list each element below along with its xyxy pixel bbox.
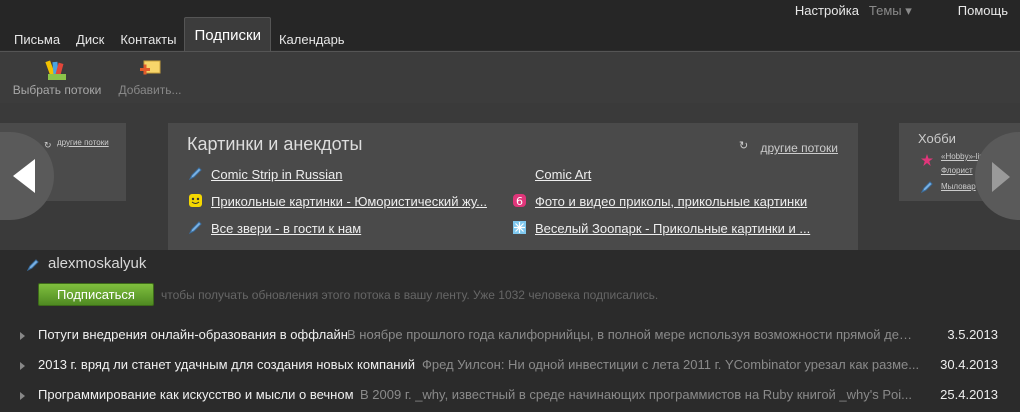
add-button[interactable]: Добавить... [116,59,184,97]
pencil-icon [921,181,933,193]
stream-card-main: Картинки и анекдоты ↻ другие потоки Comi… [168,123,858,251]
post-title[interactable]: Программирование как искусство и мысли о… [38,387,354,402]
stream-card-title: Хобби [918,131,956,146]
feed-link[interactable]: Все звери - в гости к нам [211,221,361,236]
pink-star-icon [921,154,933,166]
feed-link[interactable]: Comic Art [535,167,591,182]
prev-other-streams-link[interactable]: другие потоки [57,138,109,147]
header-links: Настройка Темы ▾ Помощь [795,3,1008,19]
stream-card-title: Картинки и анекдоты [187,134,363,154]
feed-info: alexmoskalyuk Подписаться чтобы получать… [0,250,1020,412]
settings-link[interactable]: Настройка [795,3,859,19]
choose-streams-label: Выбрать потоки [12,83,102,97]
post-row[interactable]: Программирование как искусство и мысли о… [0,387,1020,407]
pencil-icon [26,259,39,272]
tab-disk[interactable]: Диск [68,17,112,51]
expand-arrow-icon[interactable] [20,362,25,370]
tab-calendar[interactable]: Календарь [271,17,353,51]
palette-icon [45,60,66,80]
top-bar: Настройка Темы ▾ Помощь Письма Диск Конт… [0,0,1020,51]
feed-link[interactable]: Прикольные картинки - Юмористический жу.… [211,194,487,209]
post-excerpt: Фред Уилсон: Ни одной инвестиции с лета … [422,357,920,372]
tab-contacts[interactable]: Контакты [112,17,184,51]
post-date: 3.5.2013 [947,327,998,342]
chevron-left-icon [13,159,35,193]
refresh-icon: ↻ [739,140,749,152]
post-row[interactable]: Потуги внедрения онлайн-образования в оф… [0,327,1020,347]
tab-subscriptions[interactable]: Подписки [184,17,271,51]
post-title[interactable]: Потуги внедрения онлайн-образования в оф… [38,327,348,342]
add-note-icon [140,60,161,75]
pink-six-icon: 6 [513,194,526,208]
help-link[interactable]: Помощь [958,3,1008,19]
subscribe-note: чтобы получать обновления этого потока в… [161,288,659,302]
pencil-icon [188,221,202,235]
post-date: 25.4.2013 [940,387,998,402]
expand-arrow-icon[interactable] [20,332,25,340]
snowflake-icon [513,221,526,234]
stream-item[interactable]: Флорист [941,166,973,175]
smiley-icon [189,194,202,207]
tab-mail[interactable]: Письма [6,17,68,51]
chevron-right-icon [992,162,1010,192]
pencil-icon [188,167,202,181]
expand-arrow-icon[interactable] [20,392,25,400]
other-streams-link[interactable]: другие потоки [760,141,838,155]
feed-link[interactable]: Фото и видео приколы, прикольные картинк… [535,194,807,209]
subscribe-button[interactable]: Подписаться [38,283,154,306]
themes-dropdown[interactable]: Темы ▾ [869,3,912,19]
post-title[interactable]: 2013 г. вряд ли станет удачным для созда… [38,357,415,372]
toolbar: Выбрать потоки Добавить... [0,51,1020,103]
feed-author[interactable]: alexmoskalyuk [48,255,146,272]
feed-link[interactable]: Веселый Зоопарк - Прикольные картинки и … [535,221,810,236]
add-label: Добавить... [118,83,182,97]
main-tabs: Письма Диск Контакты Подписки Календарь [6,17,353,51]
streams-carousel: ↻ другие потоки Картинки и анекдоты ↻ др… [0,103,1020,251]
feed-link[interactable]: Comic Strip in Russian [211,167,343,182]
svg-text:6: 6 [516,195,523,208]
post-date: 30.4.2013 [940,357,998,372]
choose-streams-button[interactable]: Выбрать потоки [11,59,103,97]
post-row[interactable]: 2013 г. вряд ли станет удачным для созда… [0,357,1020,377]
post-excerpt: В ноябре прошлого года калифорнийцы, в п… [347,327,917,342]
post-excerpt: В 2009 г. _why, известный в среде начина… [360,387,912,402]
stream-item[interactable]: Мыловар [941,182,976,191]
